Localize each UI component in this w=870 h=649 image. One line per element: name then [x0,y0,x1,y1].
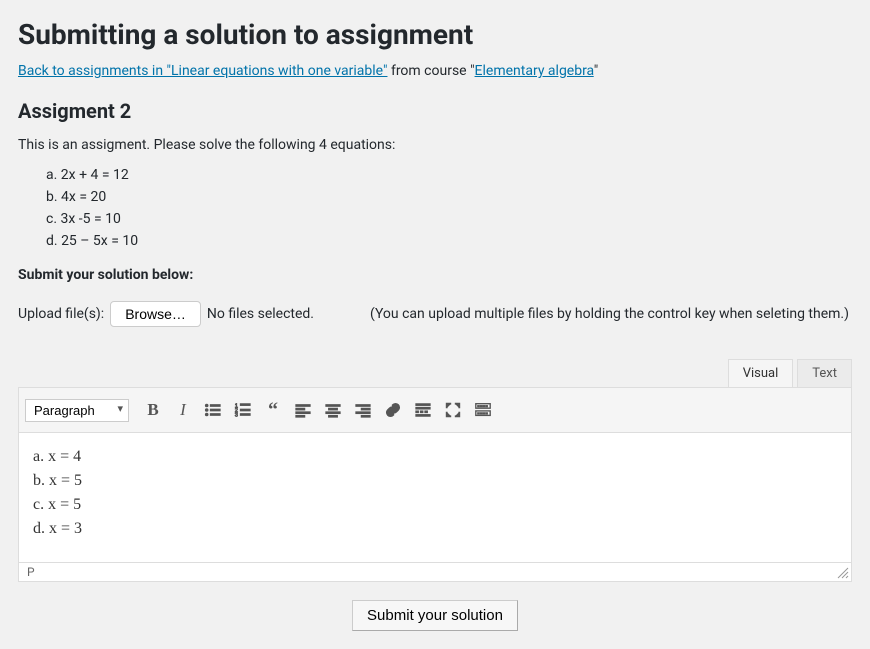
editor: Visual Text Paragraph B I 123 “ [18,359,852,582]
browse-button[interactable]: Browse… [110,301,201,327]
back-link[interactable]: Back to assignments in "Linear equations… [18,63,387,79]
page-title: Submitting a solution to assignment [18,18,852,51]
assignment-description: This is an assigment. Please solve the f… [18,137,852,153]
editor-path-bar: P [18,563,852,582]
numbered-list-icon[interactable]: 123 [229,396,257,424]
editor-content[interactable]: a. x = 4 b. x = 5 c. x = 5 d. x = 3 [18,433,852,563]
path-text: P [27,565,35,579]
resize-handle-icon[interactable] [837,567,849,579]
course-link[interactable]: Elementary algebra [475,63,594,79]
tab-text[interactable]: Text [797,359,852,387]
submit-button[interactable]: Submit your solution [352,600,518,631]
assignment-heading: Assigment 2 [18,99,852,123]
breadcrumb: Back to assignments in "Linear equations… [18,63,852,79]
content-line: d. x = 3 [33,517,837,541]
tab-visual[interactable]: Visual [728,359,794,387]
bold-icon[interactable]: B [139,396,167,424]
content-line: a. x = 4 [33,445,837,469]
equation-text: 4x = 20 [61,189,106,205]
link-icon[interactable] [379,396,407,424]
list-item: b. 4x = 20 [46,189,852,205]
upload-hint: (You can upload multiple files by holdin… [370,306,849,322]
bullet-list-icon[interactable] [199,396,227,424]
read-more-icon[interactable] [409,396,437,424]
editor-tabs: Visual Text [18,359,852,387]
fullscreen-icon[interactable] [439,396,467,424]
breadcrumb-mid: from course " [387,63,474,79]
content-line: c. x = 5 [33,493,837,517]
format-select[interactable]: Paragraph [25,399,129,422]
list-item: a. 2x + 4 = 12 [46,167,852,183]
align-center-icon[interactable] [319,396,347,424]
breadcrumb-suffix: " [594,63,598,79]
align-left-icon[interactable] [289,396,317,424]
submit-label: Submit your solution below: [18,267,852,283]
equation-text: 2x + 4 = 12 [61,167,129,183]
blockquote-icon[interactable]: “ [259,396,287,424]
svg-text:3: 3 [235,412,238,418]
equation-list: a. 2x + 4 = 12 b. 4x = 20 c. 3x -5 = 10 … [18,167,852,249]
list-item: c. 3x -5 = 10 [46,211,852,227]
no-files-text: No files selected. [207,306,314,322]
italic-icon[interactable]: I [169,396,197,424]
equation-text: 25 – 5x = 10 [61,233,138,249]
upload-row: Upload file(s): Browse… No files selecte… [18,301,852,327]
toolbar-toggle-icon[interactable] [469,396,497,424]
editor-toolbar: Paragraph B I 123 “ [18,387,852,433]
equation-text: 3x -5 = 10 [61,211,121,227]
align-right-icon[interactable] [349,396,377,424]
content-line: b. x = 5 [33,469,837,493]
upload-label: Upload file(s): [18,306,104,322]
list-item: d. 25 – 5x = 10 [46,233,852,249]
